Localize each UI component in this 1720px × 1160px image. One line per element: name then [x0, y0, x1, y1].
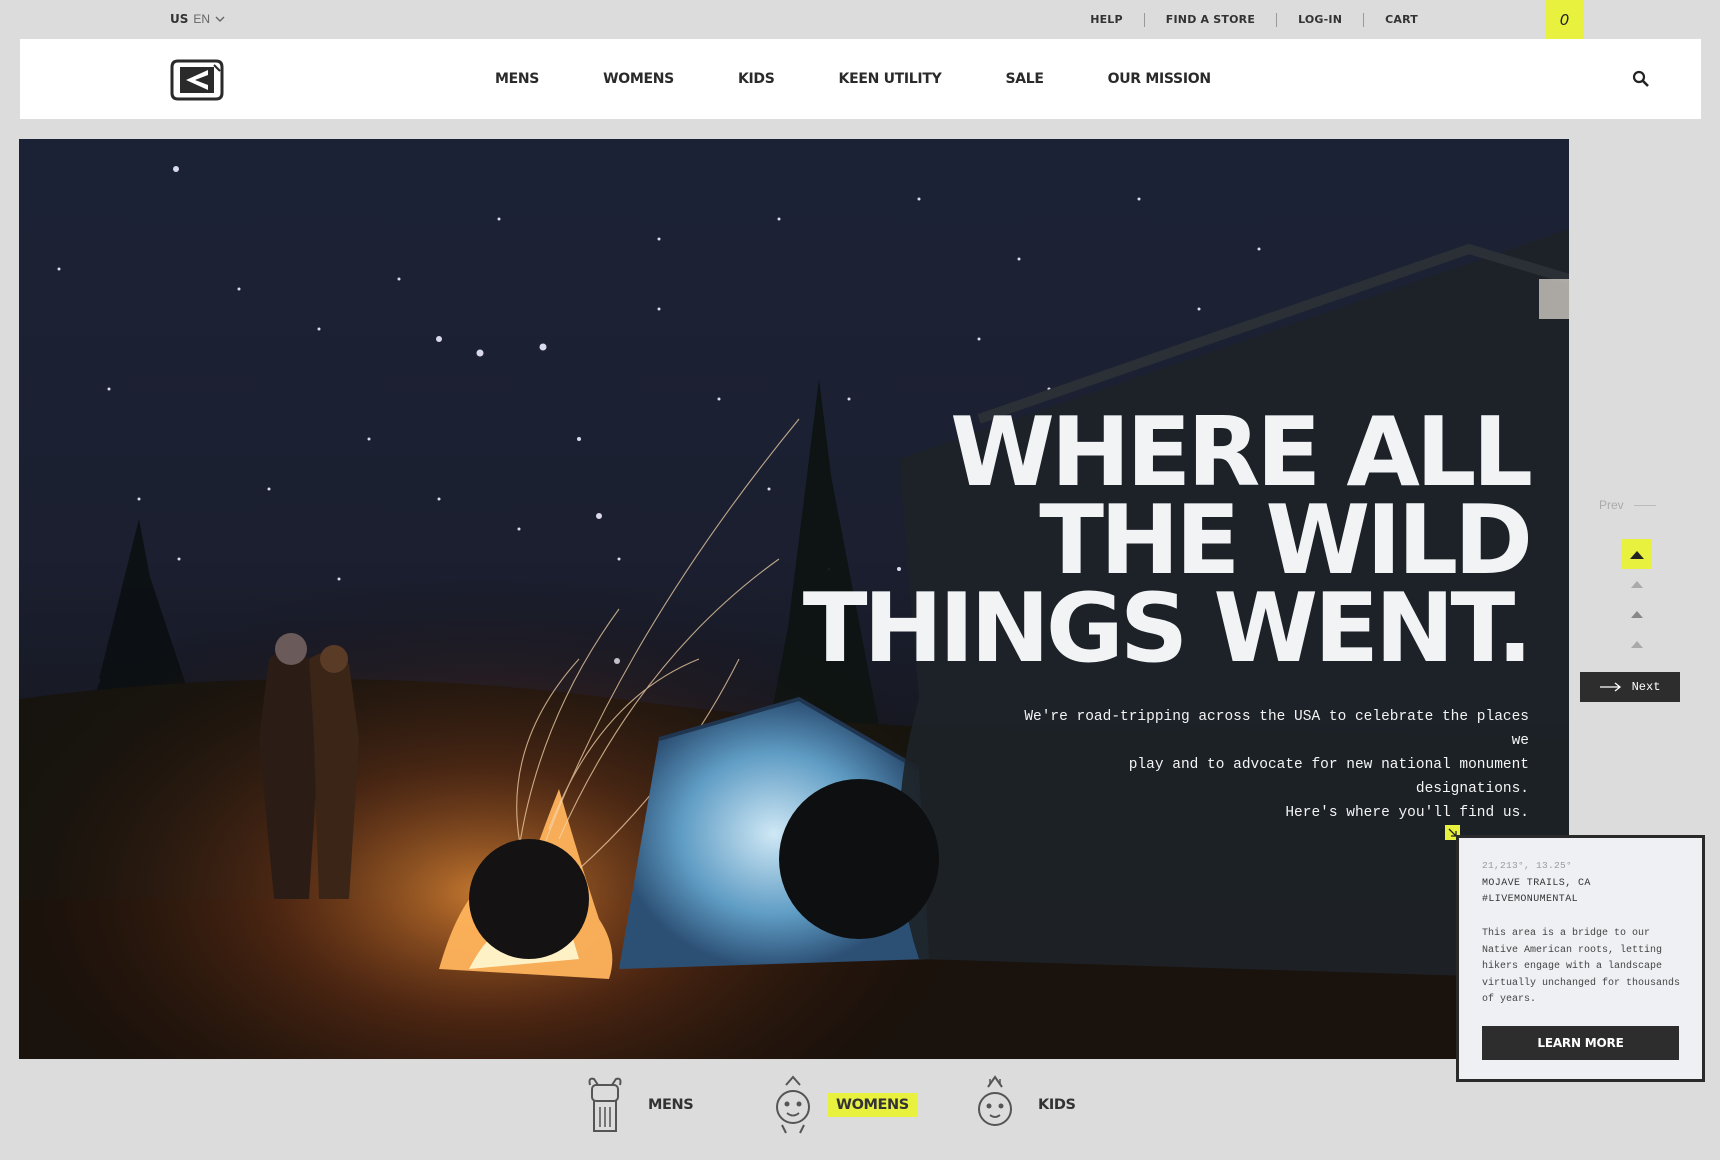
country-code: US	[170, 12, 189, 26]
category-links: MENS WOMENS KIDS	[0, 1075, 1720, 1145]
nav-item-our-mission[interactable]: OUR MISSION	[1108, 71, 1211, 87]
headline-line-3: THINGS WENT.	[802, 574, 1533, 684]
slide-indicators	[1622, 539, 1652, 659]
slide-dot-3[interactable]	[1622, 599, 1652, 629]
keen-logo[interactable]	[170, 57, 224, 103]
location-line-2: #LIVEMONUMENTAL	[1482, 894, 1579, 905]
subtext-line-3: Here's where you'll find us.	[1285, 805, 1529, 821]
main-navigation: MENS WOMENS KIDS KEEN UTILITY SALE OUR M…	[20, 39, 1701, 119]
slide-dot-1[interactable]	[1622, 539, 1652, 569]
headline-line-2: THE WILD	[1039, 486, 1533, 596]
location-line-1: MOJAVE TRAILS, CA	[1482, 878, 1591, 889]
headline-line-1: WHERE ALL	[950, 398, 1533, 508]
nav-item-sale[interactable]: SALE	[1005, 71, 1044, 87]
nav-item-keen-utility[interactable]: KEEN UTILITY	[839, 71, 942, 87]
locale-selector[interactable]: US EN	[170, 12, 225, 26]
mountain-icon	[1631, 641, 1643, 648]
mens-totem-icon	[588, 1077, 622, 1132]
language-code: EN	[193, 12, 211, 26]
cart-link[interactable]: CART	[1364, 13, 1430, 27]
utility-bar: US EN HELP FIND A STORE LOG-IN CART 0	[0, 0, 1720, 39]
prev-line	[1633, 504, 1656, 506]
hero-banner: WHERE ALL THE WILD THINGS WENT. We're ro…	[19, 139, 1569, 1059]
chevron-down-icon	[215, 16, 225, 22]
arrow-right-icon	[1599, 682, 1621, 692]
cart-count-badge[interactable]: 0	[1545, 0, 1584, 39]
find-a-store-link[interactable]: FIND A STORE	[1145, 12, 1278, 27]
help-link[interactable]: HELP	[1069, 12, 1145, 27]
category-womens[interactable]: WOMENS	[768, 1075, 917, 1135]
prev-button[interactable]: Prev	[1599, 498, 1656, 512]
location-name: MOJAVE TRAILS, CA #LIVEMONUMENTAL	[1482, 876, 1591, 908]
slide-dot-2[interactable]	[1622, 569, 1652, 599]
kids-totem-icon	[978, 1075, 1012, 1126]
mountain-icon	[1631, 581, 1643, 588]
hero-headline: WHERE ALL THE WILD THINGS WENT.	[802, 398, 1533, 684]
next-label: Next	[1631, 680, 1661, 694]
womens-totem-icon	[776, 1075, 810, 1134]
mountain-icon	[1631, 611, 1643, 618]
hero-subtext: We're road-tripping across the USA to ce…	[1009, 705, 1529, 825]
learn-more-button[interactable]: LEARN MORE	[1482, 1026, 1679, 1060]
subtext-line-1: We're road-tripping across the USA to ce…	[1024, 709, 1529, 749]
next-button[interactable]: Next	[1580, 672, 1680, 702]
slide-dot-4[interactable]	[1622, 629, 1652, 659]
mountain-icon	[1630, 551, 1644, 559]
location-info-card: 21,213°, 13.25° MOJAVE TRAILS, CA #LIVEM…	[1456, 835, 1705, 1082]
log-in-link[interactable]: LOG-IN	[1277, 12, 1365, 27]
primary-menu: MENS WOMENS KIDS KEEN UTILITY SALE OUR M…	[495, 39, 1275, 119]
nav-item-womens[interactable]: WOMENS	[603, 71, 674, 87]
prev-label: Prev	[1599, 498, 1624, 512]
category-kids[interactable]: KIDS	[970, 1075, 1084, 1135]
search-icon[interactable]	[1632, 70, 1650, 88]
category-mens[interactable]: MENS	[580, 1075, 701, 1135]
utility-links: HELP FIND A STORE LOG-IN CART	[1069, 0, 1430, 39]
nav-item-mens[interactable]: MENS	[495, 71, 539, 87]
nav-item-kids[interactable]: KIDS	[738, 71, 775, 87]
category-label: WOMENS	[828, 1093, 917, 1117]
category-label: KIDS	[1038, 1097, 1076, 1113]
location-description: This area is a bridge to our Native Amer…	[1482, 928, 1681, 1005]
category-label: MENS	[648, 1097, 694, 1113]
location-coordinates: 21,213°, 13.25°	[1482, 860, 1573, 871]
subtext-line-2: play and to advocate for new national mo…	[1128, 757, 1529, 797]
